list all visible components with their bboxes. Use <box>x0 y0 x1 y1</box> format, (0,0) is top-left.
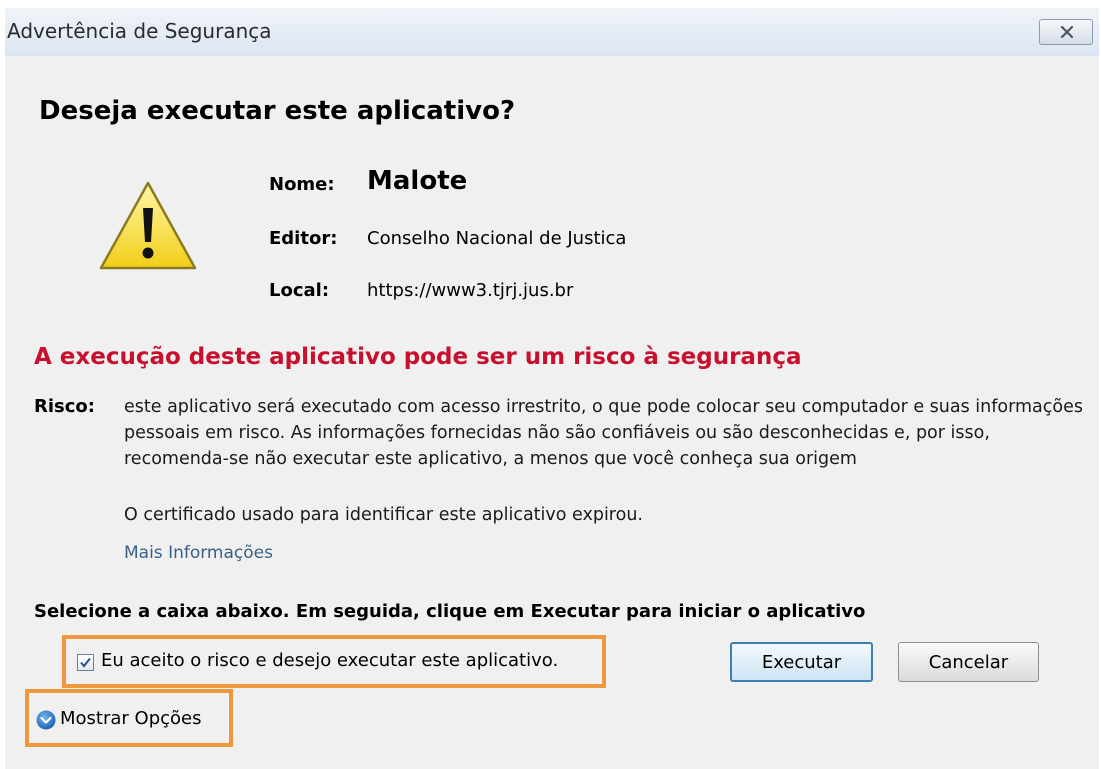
show-options-link[interactable]: Mostrar Opções <box>60 708 202 729</box>
security-warning-dialog: Advertência de Segurança Deseja executar… <box>5 8 1099 769</box>
editor-label: Editor: <box>269 228 338 249</box>
checkmark-icon <box>80 657 91 668</box>
editor-value: Conselho Nacional de Justica <box>367 228 627 249</box>
dialog-heading: Deseja executar este aplicativo? <box>39 96 516 126</box>
close-icon <box>1060 26 1074 38</box>
local-label: Local: <box>269 280 330 301</box>
warning-icon <box>99 181 197 270</box>
risk-description: este aplicativo será executado com acess… <box>124 397 1083 469</box>
name-label: Nome: <box>269 174 335 195</box>
title-bar: Advertência de Segurança <box>5 8 1099 56</box>
local-value: https://www3.tjrj.jus.br <box>367 280 574 301</box>
run-button[interactable]: Executar <box>730 642 873 682</box>
window-title: Advertência de Segurança <box>7 19 272 43</box>
accept-risk-checkbox[interactable] <box>77 654 94 671</box>
instruction-text: Selecione a caixa abaixo. Em seguida, cl… <box>34 601 866 622</box>
certificate-expired-text: O certificado usado para identificar est… <box>124 505 643 525</box>
chevron-down-icon[interactable] <box>36 710 56 730</box>
more-info-link[interactable]: Mais Informações <box>124 543 273 563</box>
accept-risk-label[interactable]: Eu aceito o risco e desejo executar este… <box>101 650 558 671</box>
risk-label: Risco: <box>34 396 95 417</box>
cancel-button[interactable]: Cancelar <box>898 642 1039 682</box>
risk-title: A execução deste aplicativo pode ser um … <box>34 344 802 370</box>
close-button[interactable] <box>1039 19 1093 45</box>
app-name-value: Malote <box>367 166 468 196</box>
